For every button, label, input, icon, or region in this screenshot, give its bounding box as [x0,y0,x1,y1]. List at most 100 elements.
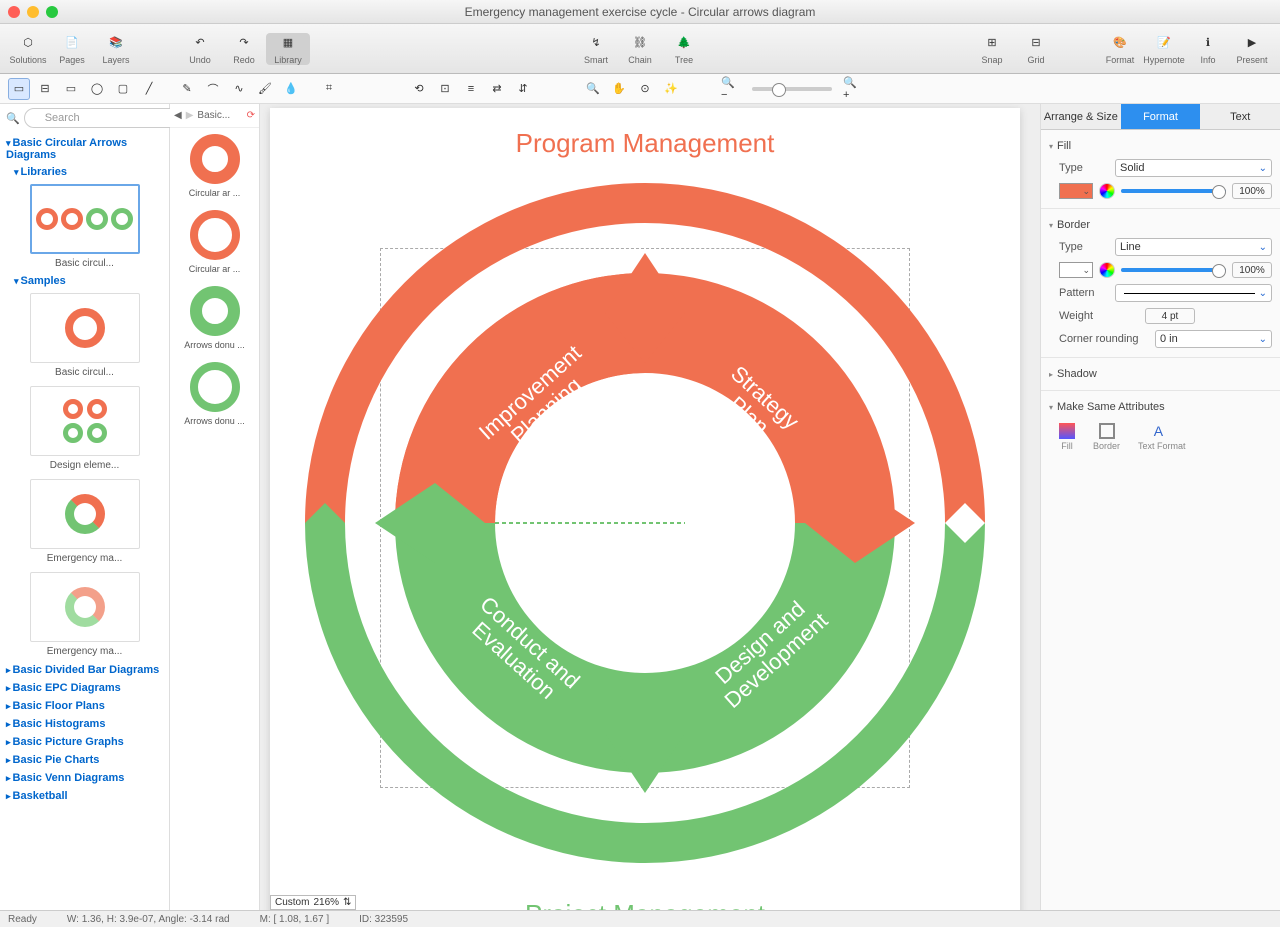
hypernote-button[interactable]: 📝Hypernote [1142,33,1186,65]
lib-breadcrumb[interactable]: Basic... [197,110,230,121]
category-histograms[interactable]: Basic Histograms [4,715,165,733]
window-titlebar: Emergency management exercise cycle - Ci… [0,0,1280,24]
fill-type-select[interactable]: Solid [1115,159,1272,177]
sample-thumb-2[interactable]: Emergency ma... [4,475,165,568]
spline-tool[interactable]: ∿ [228,78,250,100]
format-panel-button[interactable]: 🎨Format [1098,33,1142,65]
section-fill[interactable]: Fill [1049,136,1272,156]
canvas-zoom-select[interactable]: Custom 216% ⇅ [270,895,356,910]
section-border[interactable]: Border [1049,215,1272,235]
smart-connector-button[interactable]: ↯Smart [574,33,618,65]
align-tool[interactable]: ≡ [460,78,482,100]
sample-thumb-0[interactable]: Basic circul... [4,289,165,382]
arc-tool[interactable]: ⌒ [202,78,224,100]
tree-button[interactable]: 🌲Tree [662,33,706,65]
fill-opacity-slider[interactable] [1121,189,1226,193]
label: Hypernote [1143,55,1185,65]
rotate-tool[interactable]: ⟲ [408,78,430,100]
category-venn[interactable]: Basic Venn Diagrams [4,769,165,787]
select-tool[interactable]: ▭ [8,78,30,100]
category-floor-plans[interactable]: Basic Floor Plans [4,697,165,715]
lib-refresh-icon[interactable]: ⟳ [247,110,255,121]
tab-format[interactable]: Format [1121,104,1201,130]
zoom-slider[interactable] [752,87,832,91]
zoom-tool[interactable]: 🔍 [582,78,604,100]
group-tool[interactable]: ⊡ [434,78,456,100]
weight-value[interactable]: 4 pt [1145,308,1195,324]
magic-wand-tool[interactable]: ✨ [660,78,682,100]
nav-tree[interactable]: Basic Circular Arrows Diagrams Libraries… [0,132,169,910]
category-epc[interactable]: Basic EPC Diagrams [4,679,165,697]
status-mouse: M: [ 1.08, 1.67 ] [260,914,329,925]
label: Redo [233,55,255,65]
label: Grid [1027,55,1044,65]
lib-back-icon[interactable]: ◀ [174,110,182,121]
rounded-rect-tool[interactable]: ▢ [112,78,134,100]
ellipse-tool[interactable]: ◯ [86,78,108,100]
grid-button[interactable]: ⊟Grid [1014,33,1058,65]
fill-opacity-value[interactable]: 100% [1232,183,1272,199]
category-circular-arrows[interactable]: Basic Circular Arrows Diagrams [4,134,165,164]
border-color-swatch[interactable] [1059,262,1093,278]
label: Circular ar ... [178,264,251,274]
sample-thumb-1[interactable]: Design eleme... [4,382,165,475]
section-make-same[interactable]: Make Same Attributes [1049,397,1272,417]
same-text-button[interactable]: AText Format [1138,423,1186,451]
layers-button[interactable]: 📚Layers [94,33,138,65]
lib-shape-3[interactable]: Arrows donu ... [170,356,259,432]
category-pie-charts[interactable]: Basic Pie Charts [4,751,165,769]
color-wheel-icon[interactable] [1099,183,1115,199]
present-button[interactable]: ▶Present [1230,33,1274,65]
section-shadow[interactable]: Shadow [1049,364,1272,384]
same-border-button[interactable]: Border [1093,423,1120,451]
thumb-label: Emergency ma... [14,553,155,564]
lib-shape-1[interactable]: Circular ar ... [170,204,259,280]
subsection-samples[interactable]: Samples [4,273,165,289]
category-divided-bar[interactable]: Basic Divided Bar Diagrams [4,661,165,679]
snap-button[interactable]: ⊞Snap [970,33,1014,65]
library-button[interactable]: ▦Library [266,33,310,65]
tab-text[interactable]: Text [1200,104,1280,130]
border-opacity-value[interactable]: 100% [1232,262,1272,278]
border-opacity-slider[interactable] [1121,268,1226,272]
zoom-in-button[interactable]: 🔍+ [842,78,864,100]
same-fill-button[interactable]: Fill [1059,423,1075,451]
lib-thumb-0[interactable]: Basic circul... [4,180,165,273]
brush-tool[interactable]: 🖌 [254,78,276,100]
solutions-button[interactable]: ⬡Solutions [6,33,50,65]
tab-arrange[interactable]: Arrange & Size [1041,104,1121,130]
sample-thumb-3[interactable]: Emergency ma... [4,568,165,661]
info-button[interactable]: ℹInfo [1186,33,1230,65]
pages-button[interactable]: 📄Pages [50,33,94,65]
flip-tool[interactable]: ⇄ [486,78,508,100]
redo-button[interactable]: ↷Redo [222,33,266,65]
canvas-viewport[interactable]: Program Management Project Management [260,104,1040,910]
lib-shape-0[interactable]: Circular ar ... [170,128,259,204]
pattern-select[interactable] [1115,284,1272,302]
corner-select[interactable]: 0 in [1155,330,1272,348]
chain-button[interactable]: ⛓Chain [618,33,662,65]
stamp-tool[interactable]: ⊙ [634,78,656,100]
text-block-tool[interactable]: ⊟ [34,78,56,100]
hand-tool[interactable]: ✋ [608,78,630,100]
category-basketball[interactable]: Basketball [4,787,165,805]
line-tool[interactable]: ╱ [138,78,160,100]
search-icon: 🔍 [6,112,20,125]
border-type-select[interactable]: Line [1115,238,1272,256]
crop-tool[interactable]: ⌗ [318,78,340,100]
pen-tool[interactable]: ✎ [176,78,198,100]
rect-tool[interactable]: ▭ [60,78,82,100]
stepper-icon[interactable]: ⇅ [343,897,351,908]
eyedropper-tool[interactable]: 💧 [280,78,302,100]
lib-shape-2[interactable]: Arrows donu ... [170,280,259,356]
subsection-libraries[interactable]: Libraries [4,164,165,180]
color-wheel-icon[interactable] [1099,262,1115,278]
order-tool[interactable]: ⇵ [512,78,534,100]
zoom-out-button[interactable]: 🔍− [720,78,742,100]
fill-color-swatch[interactable] [1059,183,1093,199]
canvas-page[interactable]: Program Management Project Management [270,108,1020,910]
undo-button[interactable]: ↶Undo [178,33,222,65]
label: Smart [584,55,608,65]
lib-forward-icon[interactable]: ▶ [186,110,194,121]
category-picture-graphs[interactable]: Basic Picture Graphs [4,733,165,751]
